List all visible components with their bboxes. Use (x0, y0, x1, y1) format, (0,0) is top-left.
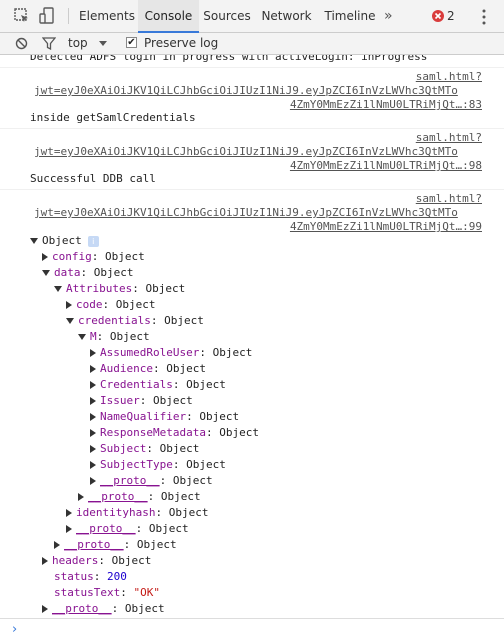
expand-triangle-icon[interactable] (90, 381, 96, 389)
expand-triangle-icon[interactable] (90, 429, 96, 437)
tree-node[interactable]: NameQualifier: Object (90, 409, 239, 425)
tree-node[interactable]: Subject: Object (90, 441, 199, 457)
collapse-triangle-icon[interactable] (78, 334, 86, 340)
expand-triangle-icon[interactable] (42, 605, 48, 613)
tree-node[interactable]: credentials: Object (66, 313, 204, 329)
console-message: Successful DDB call (30, 172, 156, 185)
tree-node[interactable]: __proto__: Object (66, 521, 189, 537)
tree-node[interactable]: AssumedRoleUser: Object (90, 345, 252, 361)
tree-leaf: statusText: "OK" (54, 586, 160, 599)
tree-node[interactable]: data: Object (42, 265, 134, 281)
tree-node[interactable]: config: Object (42, 249, 145, 265)
toolbar-separator (68, 8, 69, 24)
divider (0, 128, 504, 129)
tree-node[interactable]: headers: Object (42, 553, 151, 569)
expand-triangle-icon[interactable] (42, 253, 48, 261)
expand-triangle-icon[interactable] (90, 349, 96, 357)
tab-timeline[interactable]: Timeline (319, 0, 381, 33)
filter-icon[interactable] (42, 37, 56, 50)
expand-triangle-icon[interactable] (78, 493, 84, 501)
console-filterbar: top ✔ Preserve log (0, 33, 504, 55)
preserve-log-checkbox[interactable]: ✔ (126, 37, 137, 48)
more-tabs-button[interactable]: » (384, 0, 393, 33)
tab-sources[interactable]: Sources (199, 0, 255, 33)
expand-triangle-icon[interactable] (90, 461, 96, 469)
expand-triangle-icon[interactable] (42, 557, 48, 565)
expand-triangle-icon[interactable] (66, 509, 72, 517)
tree-node[interactable]: Credentials: Object (90, 377, 226, 393)
tab-network[interactable]: Network (257, 0, 316, 33)
tree-node[interactable]: Attributes: Object (54, 281, 185, 297)
tree-node[interactable]: ResponseMetadata: Object (90, 425, 259, 441)
expand-triangle-icon[interactable] (90, 445, 96, 453)
tree-node[interactable]: identityhash: Object (66, 505, 208, 521)
expand-triangle-icon[interactable] (90, 397, 96, 405)
tree-node[interactable]: Issuer: Object (90, 393, 193, 409)
console-message: Detected ADFS login in progress with act… (30, 55, 428, 63)
preserve-log-label[interactable]: Preserve log (144, 33, 218, 54)
tree-node[interactable]: __proto__: Object (42, 601, 165, 615)
tree-node[interactable]: __proto__: Object (90, 473, 213, 489)
divider (0, 189, 504, 190)
tree-node[interactable]: __proto__: Object (54, 537, 177, 553)
devtools-toolbar: Elements Console Sources Network Timelin… (0, 0, 504, 33)
divider (0, 67, 504, 68)
expand-triangle-icon[interactable] (90, 413, 96, 421)
tree-node[interactable]: Audience: Object (90, 361, 206, 377)
collapse-triangle-icon[interactable] (54, 286, 62, 292)
chevron-down-icon[interactable] (99, 41, 107, 47)
expand-triangle-icon[interactable] (66, 525, 72, 533)
collapse-triangle-icon[interactable] (30, 238, 38, 244)
collapse-triangle-icon[interactable] (66, 318, 74, 324)
tree-node[interactable]: __proto__: Object (78, 489, 201, 505)
tree-node[interactable]: code: Object (66, 297, 156, 313)
tree-leaf: status: 200 (54, 570, 127, 583)
expand-triangle-icon[interactable] (90, 365, 96, 373)
inspect-element-icon[interactable] (13, 7, 31, 25)
kebab-menu-icon[interactable] (482, 9, 486, 25)
prompt-chevron-icon: › (12, 622, 18, 637)
expand-triangle-icon[interactable] (66, 301, 72, 309)
tab-console[interactable]: Console (138, 0, 199, 33)
info-icon[interactable]: i (87, 235, 99, 247)
console-message: inside getSamlCredentials (30, 111, 196, 124)
clear-console-icon[interactable] (15, 37, 28, 50)
tab-elements[interactable]: Elements (76, 0, 138, 33)
expand-triangle-icon[interactable] (54, 541, 60, 549)
console-prompt[interactable]: › (0, 618, 504, 641)
expand-triangle-icon[interactable] (90, 477, 96, 485)
tree-node[interactable]: M: Object (78, 329, 150, 345)
tree-node[interactable]: SubjectType: Object (90, 457, 226, 473)
tree-node-root[interactable]: Object i (30, 233, 99, 249)
error-icon[interactable] (432, 10, 444, 22)
context-selector[interactable]: top (68, 33, 88, 54)
console-output: Detected ADFS login in progress with act… (0, 55, 504, 615)
device-mode-icon[interactable] (38, 7, 56, 25)
error-count[interactable]: 2 (447, 0, 455, 33)
collapse-triangle-icon[interactable] (42, 270, 50, 276)
